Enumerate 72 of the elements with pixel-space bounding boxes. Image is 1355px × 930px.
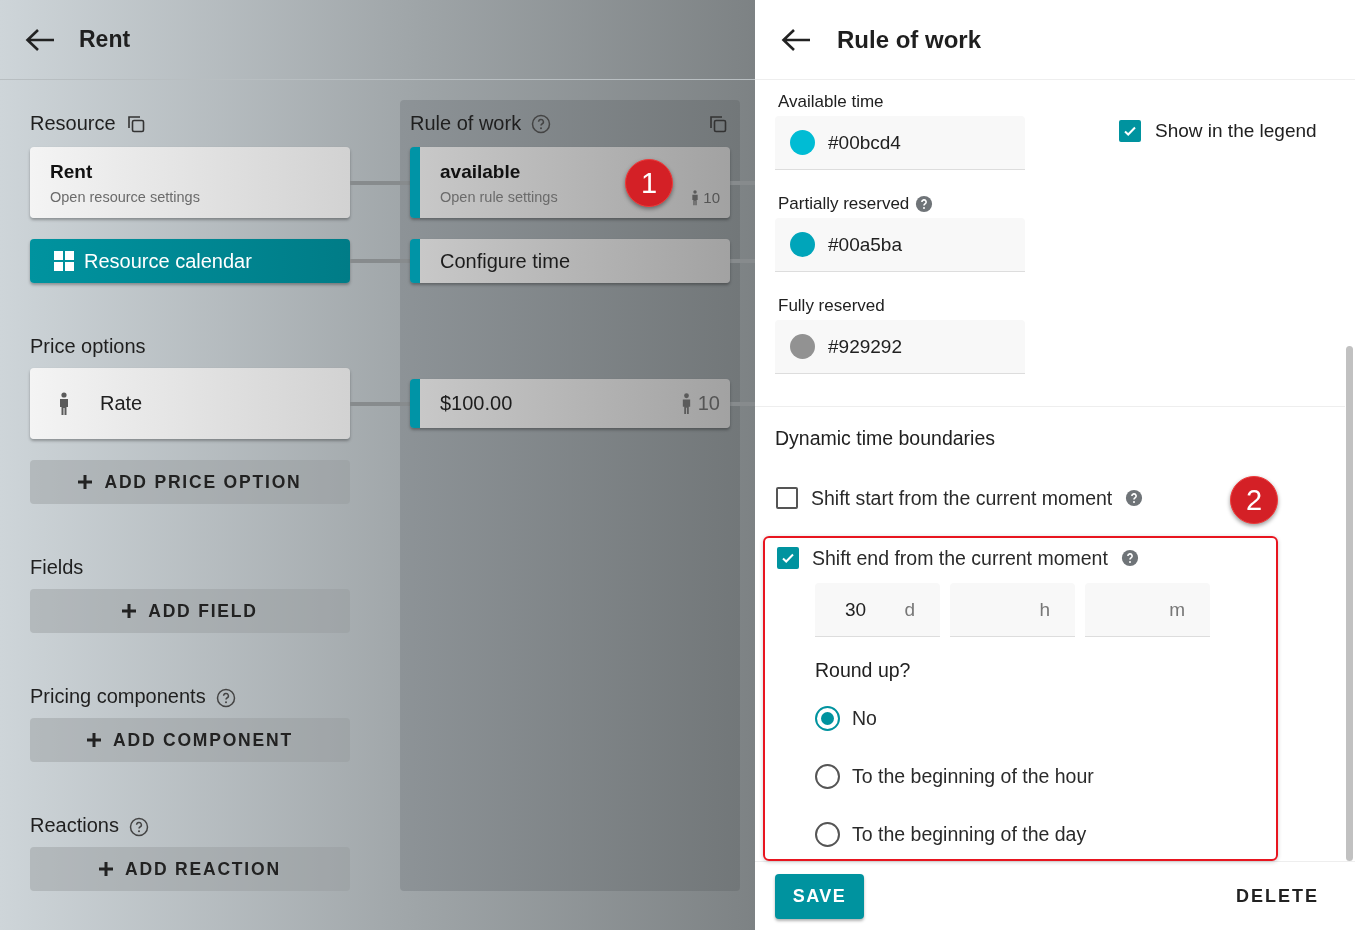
add-button[interactable]: ADD COMPONENT — [30, 718, 350, 762]
annotation-badge: 1 — [625, 159, 673, 207]
field-label: Available time — [778, 92, 884, 112]
price-option-label: Rate — [100, 392, 143, 415]
help-icon[interactable] — [215, 688, 236, 708]
checkbox-label: Shift start from the current moment — [811, 486, 1113, 510]
copy-icon[interactable] — [125, 113, 146, 134]
person-icon — [680, 392, 692, 415]
section-heading: Dynamic time boundaries — [775, 427, 996, 450]
delete-button[interactable]: DELETE — [1230, 884, 1325, 908]
configure-time-card[interactable]: Configure time — [410, 239, 730, 283]
duration-field[interactable]: h — [950, 583, 1075, 637]
section-heading: Resource — [30, 112, 116, 135]
checkbox[interactable] — [777, 547, 799, 569]
annotation-badge: 2 — [1230, 476, 1278, 524]
price-option-card[interactable]: Rate — [30, 368, 350, 439]
add-button[interactable]: ADD REACTION — [30, 847, 350, 891]
rule-card[interactable]: available Open rule settings 1 10 — [410, 147, 730, 218]
card-subtitle: Open resource settings — [50, 188, 201, 205]
help-icon[interactable] — [1125, 489, 1144, 507]
checkbox-label: Show in the legend — [1155, 120, 1317, 142]
price-card[interactable]: $100.00 10 — [410, 379, 730, 428]
field-label: Fully reserved — [778, 296, 885, 316]
column-heading: Rule of work — [410, 112, 522, 135]
radio-button[interactable] — [815, 705, 840, 731]
page-title: Rent — [79, 26, 131, 53]
plus-icon — [87, 733, 102, 747]
duration-field[interactable]: 30 d — [815, 583, 940, 637]
plus-icon — [78, 475, 93, 489]
duration-field[interactable]: m — [1085, 583, 1210, 637]
card-title: $100.00 — [440, 392, 513, 415]
capacity-count: 10 — [697, 392, 720, 415]
add-price-option-button[interactable]: ADD PRICE OPTION — [30, 460, 350, 504]
help-icon[interactable] — [531, 113, 552, 134]
add-button[interactable]: ADD FIELD — [30, 589, 350, 633]
radio-label: To the beginning of the hour — [852, 764, 1094, 788]
card-title: available — [440, 160, 522, 183]
help-icon[interactable] — [915, 195, 934, 213]
checkbox[interactable] — [1119, 120, 1141, 142]
person-icon — [58, 391, 70, 416]
plus-icon — [99, 862, 114, 876]
section-heading: Pricing components — [30, 685, 206, 708]
help-icon[interactable] — [1120, 549, 1139, 567]
radio-button[interactable] — [815, 821, 840, 847]
card-subtitle: Open rule settings — [440, 188, 558, 205]
checkbox[interactable] — [776, 487, 798, 509]
resource-card[interactable]: Rent Open resource settings — [30, 147, 350, 218]
color-field[interactable]: #00a5ba — [775, 218, 1025, 272]
plus-icon — [122, 604, 137, 618]
back-arrow-icon[interactable] — [25, 27, 55, 52]
section-heading: Fields — [30, 556, 84, 579]
section-heading: Reactions — [30, 814, 119, 837]
capacity-count: 10 — [703, 189, 720, 206]
color-field[interactable]: #00bcd4 — [775, 116, 1025, 170]
radio-label: No — [852, 706, 877, 730]
radio-label: To the beginning of the day — [852, 822, 1087, 846]
help-icon[interactable] — [128, 817, 149, 837]
radio-group-label: Round up? — [815, 659, 912, 682]
checkbox-label: Shift end from the current moment — [812, 546, 1108, 570]
person-icon — [691, 189, 700, 206]
card-title: Rent — [50, 160, 94, 183]
section-heading: Price options — [30, 335, 146, 358]
color-field[interactable]: #929292 — [775, 320, 1025, 374]
back-arrow-icon[interactable] — [781, 27, 811, 52]
grid-icon — [54, 251, 74, 271]
resource-calendar-button[interactable]: Resource calendar — [30, 239, 350, 283]
field-label: Partially reserved — [778, 194, 910, 214]
scrollbar-thumb[interactable] — [1346, 346, 1353, 861]
radio-button[interactable] — [815, 763, 840, 789]
panel-title: Rule of work — [837, 25, 981, 54]
save-button[interactable]: SAVE — [775, 873, 864, 919]
card-title: Configure time — [440, 249, 571, 273]
